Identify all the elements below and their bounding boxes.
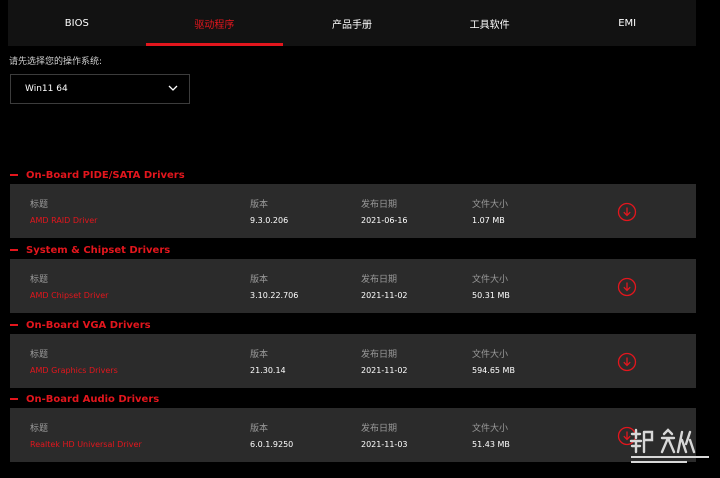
- title-column-label: 标题: [30, 275, 49, 285]
- table-row: 标题 版本 发布日期 文件大小 AMD RAID Driver 9.3.0.20…: [10, 184, 696, 238]
- driver-size: 594.65 MB: [472, 366, 515, 375]
- title-column-label: 标题: [30, 424, 49, 434]
- date-column-label: 发布日期: [361, 424, 398, 434]
- os-select-label: 请先选择您的操作系统:: [9, 57, 103, 67]
- driver-size: 1.07 MB: [472, 216, 505, 225]
- driver-version: 6.0.1.9250: [250, 440, 294, 449]
- section-title: On-Board PIDE/SATA Drivers: [26, 169, 185, 181]
- size-column-label: 文件大小: [472, 275, 509, 285]
- version-column-label: 版本: [250, 424, 269, 434]
- os-select-value: Win11 64: [25, 84, 68, 94]
- driver-size: 50.31 MB: [472, 291, 510, 300]
- section-title: On-Board VGA Drivers: [26, 319, 151, 331]
- version-column-label: 版本: [250, 350, 269, 360]
- collapse-icon: [10, 174, 18, 176]
- title-column-label: 标题: [30, 200, 49, 210]
- os-select-dropdown[interactable]: Win11 64: [10, 74, 190, 104]
- version-column-label: 版本: [250, 275, 269, 285]
- section-header-sata[interactable]: On-Board PIDE/SATA Drivers: [10, 167, 185, 183]
- driver-date: 2021-11-02: [361, 291, 408, 300]
- chevron-down-icon: [168, 85, 178, 91]
- tab-bar: BIOS 驱动程序 产品手册 工具软件 EMI: [8, 0, 696, 46]
- section-header-chipset[interactable]: System & Chipset Drivers: [10, 242, 170, 258]
- section-title: System & Chipset Drivers: [26, 244, 171, 256]
- driver-date: 2021-11-02: [361, 366, 408, 375]
- title-column-label: 标题: [30, 350, 49, 360]
- download-icon[interactable]: [617, 202, 637, 222]
- table-row: 标题 版本 发布日期 文件大小 Realtek HD Universal Dri…: [10, 408, 696, 462]
- tab-manual[interactable]: 产品手册: [283, 0, 421, 46]
- download-icon[interactable]: [617, 352, 637, 372]
- driver-version: 3.10.22.706: [250, 291, 299, 300]
- tab-utilities[interactable]: 工具软件: [421, 0, 559, 46]
- date-column-label: 发布日期: [361, 350, 398, 360]
- date-column-label: 发布日期: [361, 200, 398, 210]
- version-column-label: 版本: [250, 200, 269, 210]
- size-column-label: 文件大小: [472, 350, 509, 360]
- driver-name[interactable]: AMD Chipset Driver: [30, 291, 108, 300]
- collapse-icon: [10, 324, 18, 326]
- driver-version: 21.30.14: [250, 366, 286, 375]
- driver-size: 51.43 MB: [472, 440, 510, 449]
- collapse-icon: [10, 249, 18, 251]
- driver-date: 2021-11-03: [361, 440, 408, 449]
- driver-name[interactable]: AMD RAID Driver: [30, 216, 97, 225]
- table-row: 标题 版本 发布日期 文件大小 AMD Chipset Driver 3.10.…: [10, 259, 696, 313]
- tab-emi[interactable]: EMI: [558, 0, 696, 46]
- size-column-label: 文件大小: [472, 424, 509, 434]
- section-header-audio[interactable]: On-Board Audio Drivers: [10, 391, 159, 407]
- collapse-icon: [10, 398, 18, 400]
- tab-drivers[interactable]: 驱动程序: [145, 0, 284, 46]
- section-header-vga[interactable]: On-Board VGA Drivers: [10, 317, 151, 333]
- watermark-logo: [629, 428, 709, 463]
- driver-version: 9.3.0.206: [250, 216, 289, 225]
- download-icon[interactable]: [617, 277, 637, 297]
- section-title: On-Board Audio Drivers: [26, 393, 160, 405]
- driver-name[interactable]: AMD Graphics Drivers: [30, 366, 118, 375]
- table-row: 标题 版本 发布日期 文件大小 AMD Graphics Drivers 21.…: [10, 334, 696, 388]
- tab-bios[interactable]: BIOS: [8, 0, 146, 46]
- driver-name[interactable]: Realtek HD Universal Driver: [30, 440, 142, 449]
- date-column-label: 发布日期: [361, 275, 398, 285]
- size-column-label: 文件大小: [472, 200, 509, 210]
- driver-date: 2021-06-16: [361, 216, 408, 225]
